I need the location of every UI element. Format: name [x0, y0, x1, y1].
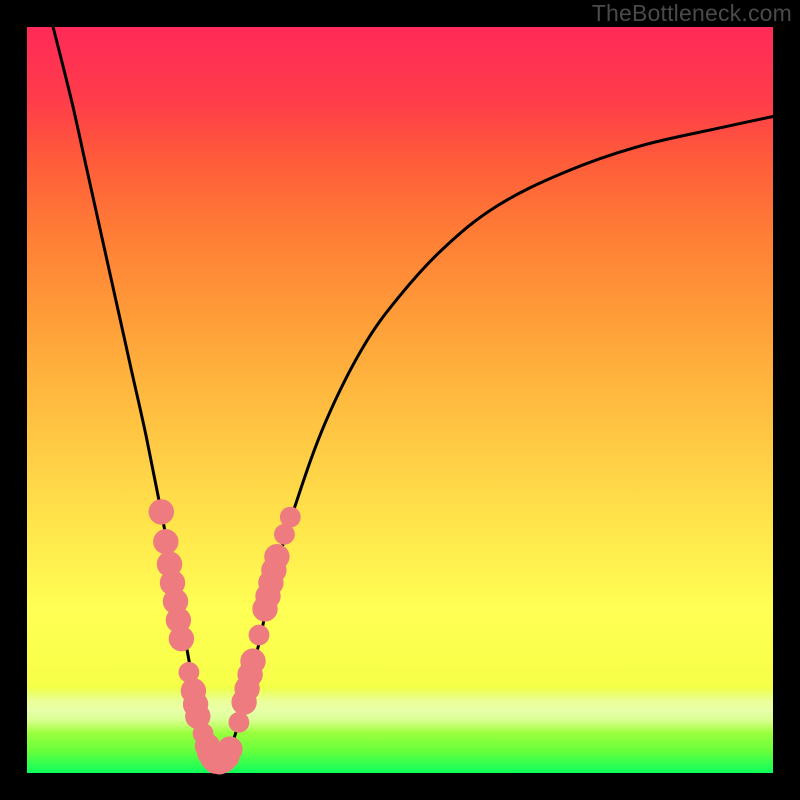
- bottleneck-curve: [53, 27, 773, 765]
- chart-svg: [27, 27, 773, 773]
- data-marker: [169, 626, 194, 651]
- data-marker: [229, 712, 250, 733]
- data-marker: [240, 648, 265, 673]
- marker-layer: [149, 499, 301, 774]
- watermark-text: TheBottleneck.com: [592, 0, 792, 27]
- curve-layer: [53, 27, 773, 765]
- data-marker: [264, 544, 289, 569]
- data-marker: [280, 507, 301, 528]
- data-marker: [153, 529, 178, 554]
- data-marker: [149, 499, 174, 524]
- plot-area: [27, 27, 773, 773]
- data-marker: [217, 736, 242, 761]
- data-marker: [249, 625, 270, 646]
